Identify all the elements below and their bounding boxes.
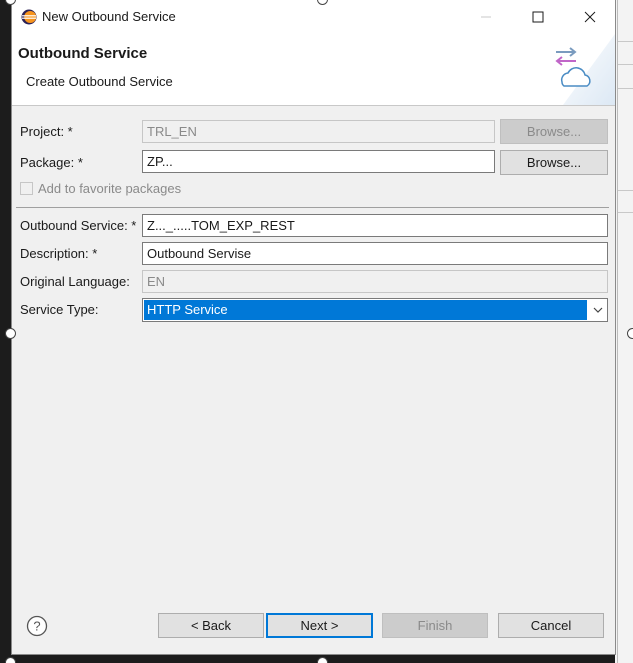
outbound-service-label: Outbound Service: * bbox=[20, 218, 137, 233]
new-outbound-service-dialog: New Outbound Service Outbound Service Cr… bbox=[11, 0, 616, 655]
maximize-icon bbox=[532, 11, 544, 23]
package-browse-button[interactable]: Browse... bbox=[500, 150, 608, 175]
minimize-icon bbox=[481, 16, 491, 18]
favorite-packages-checkbox bbox=[20, 182, 33, 195]
help-icon[interactable]: ? bbox=[26, 615, 48, 637]
close-icon bbox=[584, 11, 596, 23]
package-label: Package: * bbox=[20, 155, 83, 170]
chevron-down-icon bbox=[593, 307, 603, 313]
resize-handle[interactable] bbox=[317, 657, 328, 663]
service-type-value: HTTP Service bbox=[144, 300, 587, 320]
screen: New Outbound Service Outbound Service Cr… bbox=[0, 0, 633, 663]
project-browse-button: Browse... bbox=[500, 119, 608, 144]
project-label: Project: * bbox=[20, 124, 73, 139]
project-field: TRL_EN bbox=[142, 120, 495, 143]
eclipse-icon bbox=[21, 9, 37, 25]
description-label: Description: * bbox=[20, 246, 98, 261]
original-language-label: Original Language: bbox=[20, 274, 130, 289]
minimize-button[interactable] bbox=[463, 0, 509, 34]
banner-title: Outbound Service bbox=[18, 45, 148, 62]
original-language-field: EN bbox=[142, 270, 608, 293]
service-type-select[interactable]: HTTP Service bbox=[142, 298, 608, 322]
resize-handle[interactable] bbox=[5, 328, 16, 339]
resize-handle[interactable] bbox=[5, 657, 16, 663]
banner-description: Create Outbound Service bbox=[26, 74, 173, 89]
wizard-banner: Outbound Service Create Outbound Service bbox=[12, 34, 615, 106]
close-button[interactable] bbox=[567, 0, 613, 34]
favorite-packages-label: Add to favorite packages bbox=[38, 181, 182, 196]
cancel-button[interactable]: Cancel bbox=[498, 613, 604, 638]
back-button[interactable]: < Back bbox=[158, 613, 264, 638]
svg-text:?: ? bbox=[33, 619, 40, 634]
window-title: New Outbound Service bbox=[42, 9, 176, 24]
maximize-button[interactable] bbox=[515, 0, 561, 34]
outbound-service-field[interactable]: Z..._.....TOM_EXP_REST bbox=[142, 214, 608, 237]
finish-button: Finish bbox=[382, 613, 488, 638]
service-type-label: Service Type: bbox=[20, 302, 99, 317]
cloud-arrows-icon bbox=[555, 34, 615, 105]
next-button[interactable]: Next > bbox=[266, 613, 373, 638]
favorite-packages-option: Add to favorite packages bbox=[20, 181, 181, 196]
package-field[interactable]: ZP... bbox=[142, 150, 495, 173]
resize-handle[interactable] bbox=[627, 328, 633, 339]
separator bbox=[16, 207, 609, 208]
title-bar[interactable]: New Outbound Service bbox=[12, 0, 615, 34]
description-field[interactable]: Outbound Servise bbox=[142, 242, 608, 265]
